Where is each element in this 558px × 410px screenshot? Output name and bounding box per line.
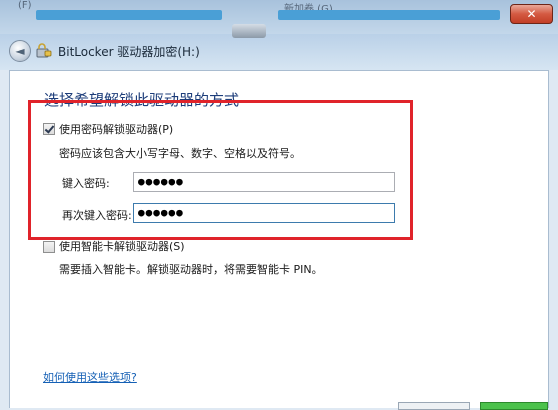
next-button[interactable] <box>480 402 548 410</box>
reenter-password-label: 再次键入密码: <box>62 209 132 222</box>
smartcard-unlock-label[interactable]: 使用智能卡解锁驱动器(S) <box>59 238 185 254</box>
enter-password-label: 键入密码: <box>62 177 110 190</box>
smartcard-unlock-checkbox[interactable] <box>43 241 55 253</box>
window-title: BitLocker 驱动器加密(H:) <box>58 45 200 59</box>
background-drive-label-left: (F) <box>18 0 32 11</box>
reenter-password-field[interactable]: ●●●●●● <box>133 203 395 223</box>
password-requirement-text: 密码应该包含大小写字母、数字、空格以及符号。 <box>59 147 301 160</box>
bitlocker-icon <box>36 43 52 58</box>
password-unlock-checkbox[interactable] <box>43 123 55 135</box>
background-explorer-strip: (F) 新加卷 (G) <box>0 0 558 38</box>
background-drive-usage-bar-right <box>278 10 500 20</box>
background-drive-icon <box>232 24 266 38</box>
cancel-button[interactable] <box>398 402 470 410</box>
smartcard-requirement-text: 需要插入智能卡。解锁驱动器时，将需要智能卡 PIN。 <box>59 263 323 276</box>
password-unlock-label[interactable]: 使用密码解锁驱动器(P) <box>59 121 173 137</box>
help-link[interactable]: 如何使用这些选项? <box>43 369 137 385</box>
close-button[interactable]: ✕ <box>510 4 553 24</box>
background-drive-usage-bar-left <box>36 10 222 20</box>
enter-password-field[interactable]: ●●●●●● <box>133 172 395 192</box>
back-button[interactable]: ◄ <box>9 40 31 62</box>
